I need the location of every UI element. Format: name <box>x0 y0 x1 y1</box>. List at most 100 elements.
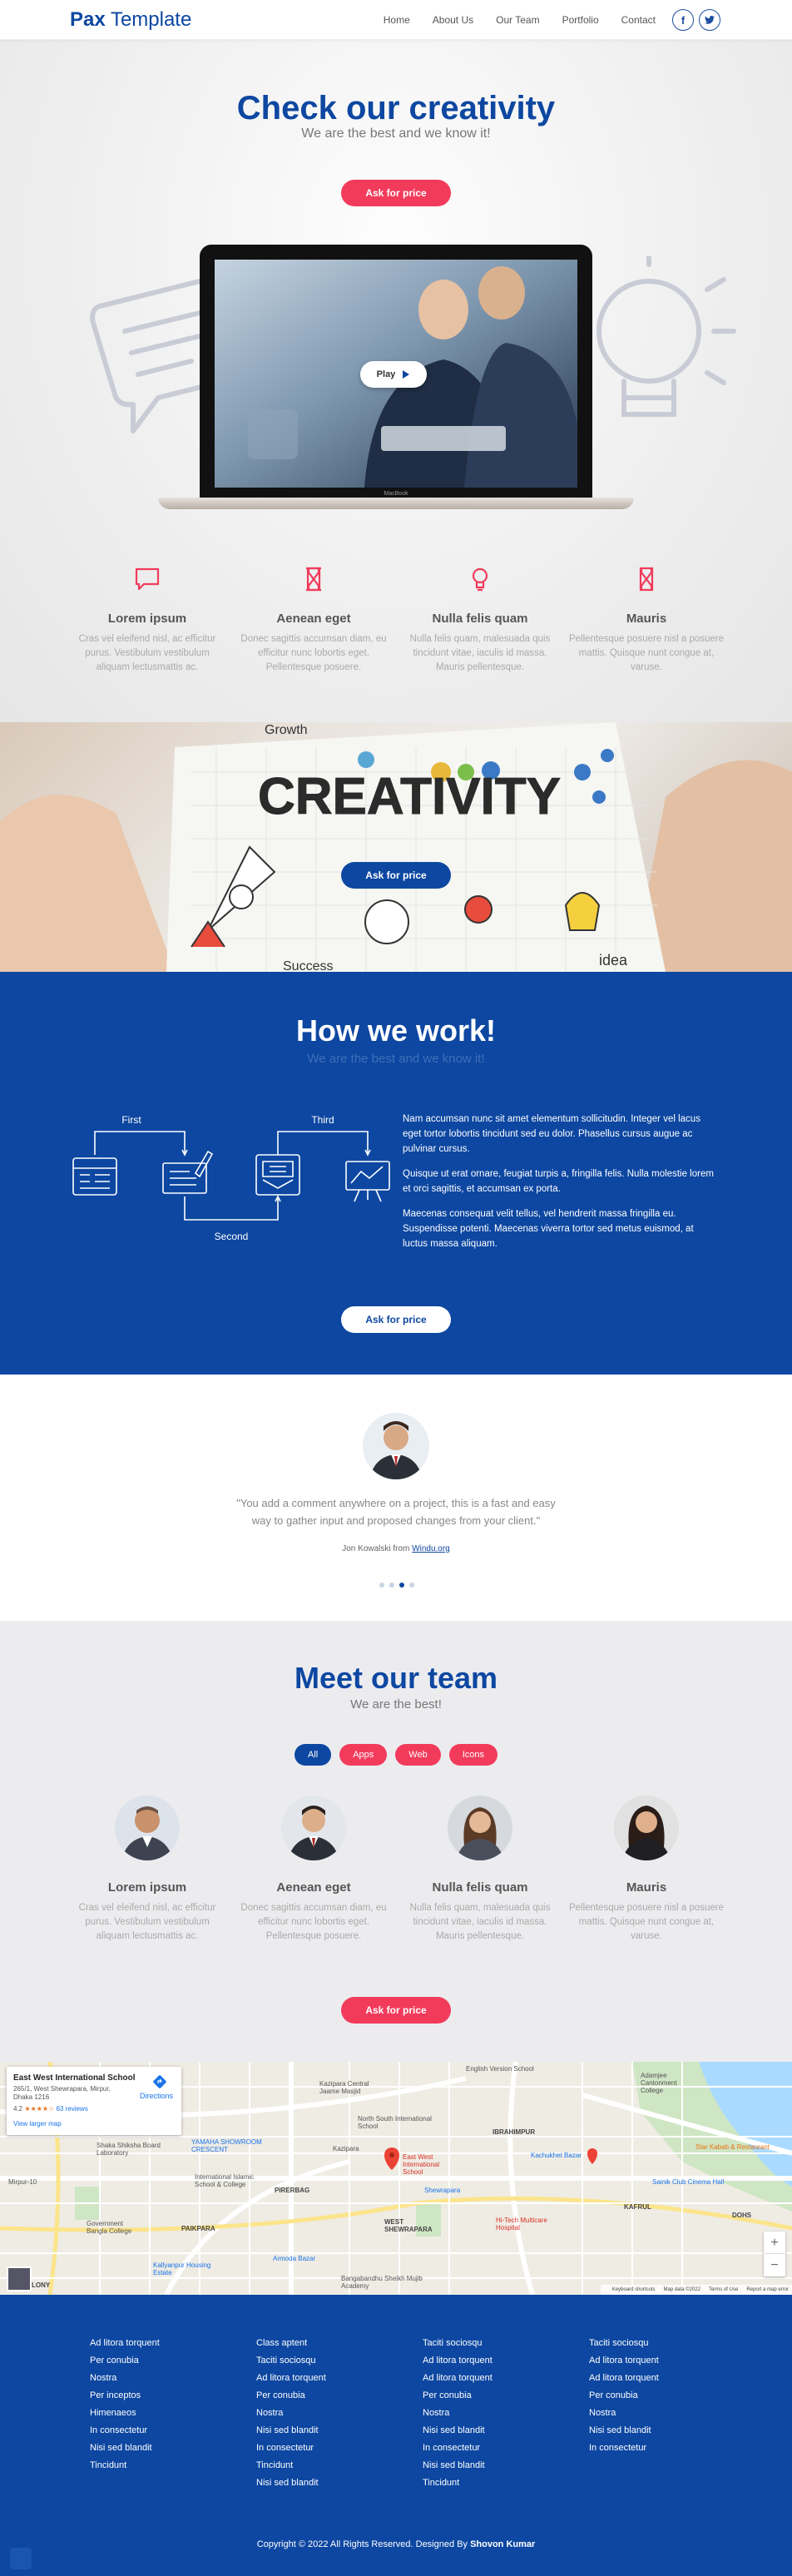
nav-home[interactable]: Home <box>384 14 410 26</box>
carousel-dot-active[interactable] <box>399 1583 404 1588</box>
how-we-work-section: How we work! We are the best and we know… <box>0 972 792 1375</box>
play-button[interactable]: Play <box>360 361 427 388</box>
member-bio: Nulla felis quam, malesuada quis tincidu… <box>409 1903 551 1941</box>
member-name: Aenean eget <box>276 1880 351 1895</box>
place-address: 265/1, West Shewrapara, Mirpur, Dhaka 12… <box>13 2085 111 2101</box>
footer-link[interactable]: Ad litora torquent <box>423 2352 572 2370</box>
filter-all[interactable]: All <box>294 1744 332 1766</box>
twitter-icon[interactable] <box>699 9 720 31</box>
hero-ask-price-button[interactable]: Ask for price <box>341 180 451 206</box>
play-label: Play <box>376 369 396 379</box>
team-member-1: Lorem ipsum Cras vel eleifend nisl, ac e… <box>68 1796 226 1944</box>
footer-link[interactable]: Per conubia <box>589 2387 739 2405</box>
feature-1: Lorem ipsum Cras vel eleifend nisl, ac e… <box>68 566 226 675</box>
footer-link[interactable]: In consectetur <box>90 2422 240 2440</box>
footer-link[interactable]: Nisi sed blandit <box>256 2474 406 2492</box>
nav-our-team[interactable]: Our Team <box>496 14 539 26</box>
filter-apps[interactable]: Apps <box>339 1744 388 1766</box>
member-bio: Donec sagittis accumsan diam, eu efficit… <box>240 1903 387 1941</box>
testimonial-section: "You add a comment anywhere on a project… <box>0 1375 792 1621</box>
footer-link[interactable]: Per inceptos <box>90 2387 240 2405</box>
footer-link[interactable]: In consectetur <box>589 2440 739 2457</box>
feature-title: Lorem ipsum <box>107 612 187 626</box>
nav-portfolio[interactable]: Portfolio <box>562 14 599 26</box>
footer-link[interactable]: Ad litora torquent <box>423 2370 572 2387</box>
carousel-dot[interactable] <box>379 1583 384 1588</box>
footer-link[interactable]: Nisi sed blandit <box>589 2422 739 2440</box>
section-title: How we work! <box>295 1013 497 1048</box>
feature-2: Aenean eget Donec sagittis accumsan diam… <box>235 566 393 675</box>
place-card: East West International School 265/1, We… <box>7 2067 181 2135</box>
nav-contact[interactable]: Contact <box>621 14 656 26</box>
svg-text:idea: idea <box>599 952 628 968</box>
footer-link[interactable]: In consectetur <box>423 2440 572 2457</box>
filter-icons[interactable]: Icons <box>448 1744 498 1766</box>
footer-link[interactable]: Nisi sed blandit <box>423 2457 572 2474</box>
footer-link[interactable]: Nostra <box>90 2370 240 2387</box>
footer-link[interactable]: Per conubia <box>423 2387 572 2405</box>
badge-icon <box>10 2548 32 2569</box>
directions-icon[interactable] <box>153 2075 166 2088</box>
footer-link[interactable]: Ad litora torquent <box>589 2352 739 2370</box>
logo[interactable]: Pax Template <box>70 8 191 32</box>
footer-link[interactable]: Nostra <box>423 2405 572 2422</box>
carousel-dot[interactable] <box>409 1583 414 1588</box>
creativity-ask-price-button[interactable]: Ask for price <box>341 862 451 889</box>
testimonial-quote: "You add a comment anywhere on a project… <box>236 1497 556 1527</box>
carousel-dots <box>379 1583 419 1588</box>
member-name: Nulla felis quam <box>432 1880 528 1895</box>
footer-link[interactable]: Tincidunt <box>90 2457 240 2474</box>
footer-link[interactable]: Nisi sed blandit <box>423 2422 572 2440</box>
footer-link[interactable]: Class aptent <box>256 2335 406 2352</box>
copyright: Copyright © 2022 All Rights Reserved. De… <box>256 2539 536 2549</box>
directions-link[interactable]: Directions <box>140 2092 173 2100</box>
reviews-link[interactable]: 63 reviews <box>56 2105 87 2113</box>
team-member-4: Mauris Pellentesque posuere nisl a posue… <box>567 1796 725 1944</box>
footer-link[interactable]: Ad litora torquent <box>589 2370 739 2387</box>
author-link[interactable]: Windu.org <box>412 1544 450 1553</box>
zoom-out-button[interactable]: − <box>764 2254 785 2276</box>
google-map[interactable]: East West International School 265/1, We… <box>0 2062 792 2295</box>
team-ask-price-button[interactable]: Ask for price <box>341 1997 451 2024</box>
svg-text:Growth: Growth <box>265 723 308 737</box>
nav-about-us[interactable]: About Us <box>433 14 473 26</box>
creativity-word: CREATIVITY <box>258 768 561 825</box>
footer-link[interactable]: Nisi sed blandit <box>90 2440 240 2457</box>
footer-link[interactable]: Tincidunt <box>423 2474 572 2492</box>
avatar <box>115 1796 180 1860</box>
footer-link[interactable]: Tincidunt <box>256 2457 406 2474</box>
team-section: Meet our team We are the best! All Apps … <box>0 1621 792 2062</box>
satellite-toggle[interactable] <box>7 2266 32 2291</box>
facebook-icon[interactable]: f <box>672 9 694 31</box>
footer-link[interactable]: Taciti sociosqu <box>423 2335 572 2352</box>
member-bio: Cras vel eleifend nisl, ac efficitur pur… <box>78 1903 216 1941</box>
creativity-illustration: CREATIVITY Growth Success idea <box>0 722 792 972</box>
hero-section: Check our creativity We are the best and… <box>0 40 792 722</box>
footer-link[interactable]: Taciti sociosqu <box>256 2352 406 2370</box>
footer-link[interactable]: Nisi sed blandit <box>256 2422 406 2440</box>
laptop-base <box>158 498 634 509</box>
footer-link[interactable]: Per conubia <box>256 2387 406 2405</box>
carousel-dot[interactable] <box>389 1583 394 1588</box>
hero-subtitle: We are the best and we know it! <box>301 126 491 141</box>
video-thumbnail[interactable]: Play <box>215 260 577 488</box>
footer-link[interactable]: Nostra <box>589 2405 739 2422</box>
step-third-label: Third <box>311 1114 334 1126</box>
footer-link[interactable]: Taciti sociosqu <box>589 2335 739 2352</box>
how-paragraph: Quisque ut erat ornare, feugiat turpis a… <box>403 1169 714 1194</box>
filter-web[interactable]: Web <box>395 1744 441 1766</box>
footer-link[interactable]: Ad litora torquent <box>90 2335 240 2352</box>
zoom-controls: + − <box>764 2232 785 2276</box>
footer-link[interactable]: Nostra <box>256 2405 406 2422</box>
footer-link[interactable]: Ad litora torquent <box>256 2370 406 2387</box>
place-name: East West International School <box>13 2073 136 2083</box>
footer-link[interactable]: Himenaeos <box>90 2405 240 2422</box>
designer-name: Shovon Kumar <box>470 2539 536 2549</box>
zoom-in-button[interactable]: + <box>764 2232 785 2254</box>
footer-link[interactable]: In consectetur <box>256 2440 406 2457</box>
team-member-2: Aenean eget Donec sagittis accumsan diam… <box>235 1796 393 1944</box>
how-paragraph: Maecenas consequat velit tellus, vel hen… <box>403 1209 694 1249</box>
larger-map-link[interactable]: View larger map <box>13 2120 62 2128</box>
footer-link[interactable]: Per conubia <box>90 2352 240 2370</box>
how-ask-price-button[interactable]: Ask for price <box>341 1306 451 1333</box>
